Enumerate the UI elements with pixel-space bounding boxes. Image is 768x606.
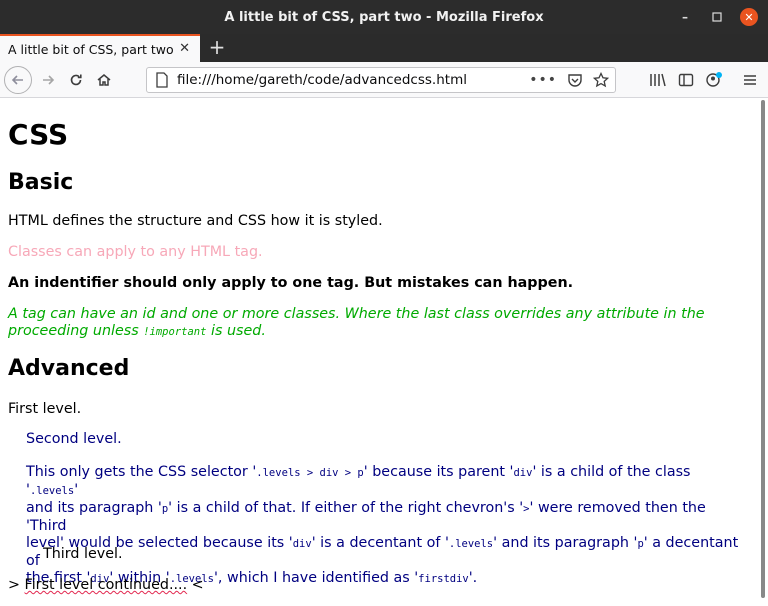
page-content: CSS Basic HTML defines the structure and… [0, 98, 758, 606]
bookmark-star-icon[interactable] [593, 72, 609, 88]
expl-text: ' because its parent ' [363, 464, 514, 480]
navigation-toolbar: file:///home/gareth/code/advancedcss.htm… [0, 62, 768, 98]
minimize-icon[interactable]: – [676, 8, 694, 26]
third-level-text: Third level. [43, 546, 123, 562]
expl-text: ' [74, 482, 79, 498]
expl-code: .levels > div > p [256, 467, 364, 479]
expl-text: ' is a decentant of ' [311, 535, 449, 551]
page-heading: CSS [8, 118, 69, 151]
paragraph-html-defines: HTML defines the structure and CSS how i… [8, 213, 383, 229]
expl-code: .levels [448, 538, 494, 550]
paragraph-tag-classes: A tag can have an id and one or more cla… [8, 306, 728, 341]
expl-code: div [513, 467, 533, 479]
window-title: A little bit of CSS, part two - Mozilla … [224, 9, 544, 25]
account-button[interactable] [702, 68, 726, 92]
window-titlebar: A little bit of CSS, part two - Mozilla … [0, 0, 768, 34]
tag-text-line-1: A tag can have an id and one or more cla… [8, 306, 705, 322]
scrollbar-thumb[interactable] [761, 100, 765, 598]
home-icon [97, 74, 111, 86]
library-button[interactable] [646, 68, 670, 92]
expl-text: This only gets the CSS selector ' [26, 464, 257, 480]
maximize-icon[interactable] [708, 8, 726, 26]
paragraph-classes: Classes can apply to any HTML tag. [8, 244, 263, 260]
second-level-text: Second level. [26, 431, 122, 447]
sidebar-button[interactable] [674, 68, 698, 92]
back-button[interactable] [4, 66, 32, 94]
sidebar-icon [678, 73, 694, 87]
new-tab-icon[interactable]: + [206, 36, 228, 58]
expl-text: ' is a child of that. If either of the r… [168, 500, 524, 516]
tab-active[interactable]: A little bit of CSS, part two ✕ [0, 34, 200, 62]
tag-text-line-2b: is used. [206, 323, 266, 339]
expl-text: ' and its paragraph ' [493, 535, 638, 551]
expl-code: div [292, 538, 312, 550]
close-tab-icon[interactable]: ✕ [179, 41, 190, 56]
first-level-continued: > First level continued.... < [8, 577, 204, 594]
continued-close: < [187, 577, 204, 593]
heading-advanced: Advanced [8, 356, 130, 381]
tab-title: A little bit of CSS, part two [8, 41, 174, 57]
url-actions: ••• [529, 70, 609, 90]
expl-code: .levels [29, 485, 75, 497]
continued-text: First level continued.... [24, 577, 188, 593]
heading-basic: Basic [8, 170, 74, 195]
reload-button[interactable] [64, 68, 88, 92]
tag-text-line-2a: proceeding unless [8, 323, 144, 339]
url-text[interactable]: file:///home/gareth/code/advancedcss.htm… [177, 72, 467, 88]
reload-icon [70, 74, 82, 86]
url-bar[interactable]: file:///home/gareth/code/advancedcss.htm… [146, 67, 616, 93]
menu-button[interactable] [738, 68, 762, 92]
continued-open: > [8, 577, 25, 593]
expl-text: '. [468, 570, 478, 586]
expl-text: ', which I have identified as ' [213, 570, 419, 586]
tab-strip: A little bit of CSS, part two ✕ + [0, 34, 768, 62]
forward-arrow-icon [43, 75, 55, 85]
page-info-icon[interactable] [155, 72, 169, 92]
expl-code: firstdiv [418, 573, 469, 585]
explanation-paragraph: This only gets the CSS selector '.levels… [26, 464, 746, 588]
hamburger-menu-icon [744, 75, 756, 85]
expl-text: and its paragraph ' [26, 500, 162, 516]
window-controls: – ✕ [676, 0, 758, 34]
important-code: !important [143, 326, 207, 338]
back-arrow-icon [11, 75, 23, 85]
forward-button[interactable] [36, 68, 60, 92]
library-icon [650, 73, 666, 87]
account-icon [706, 72, 722, 87]
close-window-icon[interactable]: ✕ [740, 8, 758, 26]
first-level-text: First level. [8, 401, 82, 417]
home-button[interactable] [92, 68, 116, 92]
paragraph-identifier: An indentifier should only apply to one … [8, 275, 574, 291]
page-actions-icon[interactable]: ••• [529, 72, 557, 88]
pocket-icon[interactable] [567, 72, 583, 88]
